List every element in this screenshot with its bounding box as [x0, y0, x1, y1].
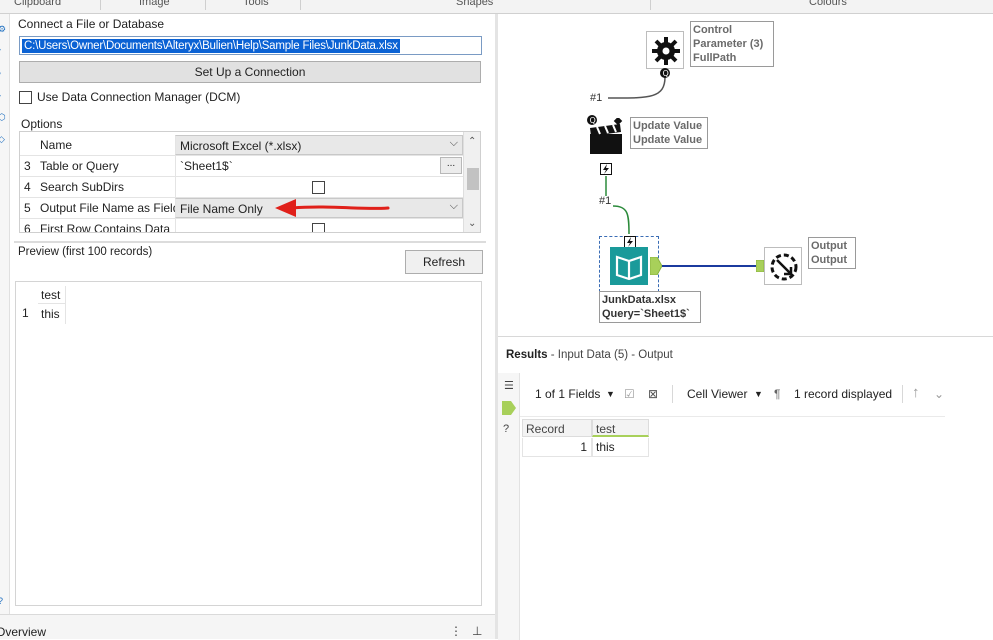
pin-icon[interactable]: ⊥ [472, 624, 482, 638]
record-column-header[interactable]: Record [522, 419, 592, 437]
option-row-search-subdirs: 4 Search SubDirs [20, 177, 463, 198]
setup-connection-button[interactable]: Set Up a Connection [19, 61, 481, 83]
help-icon[interactable]: ? [0, 596, 8, 606]
control-parameter-tool[interactable] [646, 31, 684, 69]
scroll-down-icon[interactable]: ⌄ [468, 218, 476, 229]
ribbon-bar: Clipboard Image Tools Shapes Colours [0, 0, 993, 14]
cell-viewer-button[interactable]: Cell Viewer [687, 387, 747, 401]
input-data-tool[interactable] [610, 247, 648, 285]
output-anchor[interactable] [650, 257, 662, 275]
annotation-arrow [275, 199, 390, 217]
update-value-annotation: Update Value Update Value [630, 117, 708, 149]
test-column-header[interactable]: test [592, 419, 649, 437]
table-query-browse-button[interactable]: ... [440, 157, 462, 174]
file-path-selected-text[interactable]: C:\Users\Owner\Documents\Alteryx\Bulien\… [22, 39, 400, 53]
refresh-button[interactable]: Refresh [405, 250, 483, 274]
pane-divider[interactable] [14, 241, 486, 243]
chevron-right-icon[interactable]: › [0, 90, 8, 100]
workflow-canvas[interactable]: Q Control Parameter (3) FullPath #1 Q Up… [498, 14, 993, 336]
book-icon [615, 255, 643, 281]
gear-icon [652, 37, 680, 65]
option-row-name: Name Microsoft Excel (*.xlsx) ⌵ [20, 135, 463, 156]
record-number-cell: 1 [522, 438, 592, 457]
config-side-strip: ⚙ › ◦ › ⬡ ◇ ? [0, 14, 10, 639]
option-row-first-row-data: 6 First Row Contains Data [20, 219, 463, 232]
preview-cell[interactable]: this [38, 304, 66, 324]
svg-text:Q: Q [663, 69, 669, 78]
gear-arrow-icon [770, 253, 798, 281]
list-icon[interactable]: ☰ [504, 379, 514, 392]
overview-title: Overview [0, 625, 47, 639]
ribbon-group-colours[interactable]: Colours [809, 0, 847, 8]
arrow-up-icon[interactable]: ↑ [912, 384, 920, 401]
dcm-checkbox[interactable] [19, 91, 32, 104]
search-subdirs-cell [175, 177, 463, 197]
fields-selector[interactable]: 1 of 1 Fields [535, 387, 600, 401]
anchor-icon[interactable] [502, 401, 516, 415]
connection-label-1: #1 [590, 92, 603, 104]
scroll-up-icon[interactable]: ⌃ [468, 136, 476, 147]
chevron-right-icon[interactable]: › [0, 44, 8, 54]
chevron-down-icon[interactable]: ⌄ [934, 387, 944, 401]
file-path-input[interactable]: C:\Users\Owner\Documents\Alteryx\Bulien\… [19, 36, 482, 55]
file-format-dropdown[interactable]: Microsoft Excel (*.xlsx) ⌵ [175, 135, 463, 155]
options-scrollbar[interactable]: ⌃ ⌄ [463, 132, 480, 232]
search-subdirs-checkbox[interactable] [312, 181, 325, 194]
tag-icon[interactable]: ◇ [0, 134, 8, 144]
results-grid: Record test 1 this [522, 419, 650, 459]
connection-label-2: #1 [599, 195, 612, 207]
overview-panel-header: Overview ⋮ ⊥ [0, 614, 495, 639]
connect-label: Connect a File or Database [18, 17, 165, 31]
input-data-annotation: JunkData.xlsx Query=`Sheet1$` [599, 291, 701, 323]
preview-grid: test 1 this [15, 281, 482, 606]
results-pane: Results - Input Data (5) - Output ☰ ? 1 … [498, 336, 993, 640]
ribbon-group-shapes[interactable]: Shapes [456, 0, 493, 8]
first-row-data-checkbox[interactable] [312, 223, 325, 232]
options-label: Options [21, 117, 63, 131]
preview-row-number: 1 [22, 306, 29, 320]
option-row-table-query: 3 Table or Query `Sheet1$` ... [20, 156, 463, 177]
chevron-down-icon: ⌵ [449, 137, 458, 149]
table-query-field[interactable]: `Sheet1$` ... [175, 156, 463, 176]
results-side-strip: ☰ ? [498, 373, 520, 640]
svg-text:Q: Q [590, 116, 596, 125]
chevron-down-icon: ⌵ [449, 200, 458, 212]
preview-label: Preview (first 100 records) [18, 246, 153, 258]
input-anchor[interactable] [756, 260, 764, 272]
records-displayed: 1 record displayed [794, 387, 893, 401]
output-annotation: Output Output [808, 237, 856, 269]
pilcrow-icon[interactable]: ¶ [774, 387, 780, 401]
options-grid: Name Microsoft Excel (*.xlsx) ⌵ 3 Table … [19, 131, 481, 233]
ribbon-group-clipboard[interactable]: Clipboard [14, 0, 61, 8]
clear-icon[interactable]: ⊠ [648, 387, 658, 401]
lightning-anchor-icon[interactable] [600, 163, 612, 175]
more-options-icon[interactable]: ⋮ [450, 624, 462, 638]
ribbon-group-tools[interactable]: Tools [243, 0, 269, 8]
option-row-output-file-name: 5 Output File Name as Field File Name On… [20, 198, 463, 219]
check-icon[interactable]: ☑ [624, 387, 635, 401]
scroll-thumb[interactable] [467, 168, 479, 190]
control-parameter-annotation: Control Parameter (3) FullPath [690, 21, 774, 67]
chevron-down-icon[interactable]: ▼ [754, 389, 763, 399]
preview-column-header[interactable]: test [38, 286, 66, 304]
test-value-cell[interactable]: this [592, 438, 649, 457]
results-title: Results - Input Data (5) - Output [506, 349, 673, 361]
question-anchor-icon[interactable]: Q [586, 114, 598, 126]
help-icon[interactable]: ? [503, 423, 509, 435]
results-toolbar: 1 of 1 Fields ▼ ☑ ⊠ Cell Viewer ▼ ¶ 1 re… [520, 373, 945, 417]
gear-icon[interactable]: ⚙ [0, 24, 8, 34]
chevron-down-icon[interactable]: ▼ [606, 389, 615, 399]
ribbon-group-image[interactable]: Image [139, 0, 170, 8]
cube-icon[interactable]: ⬡ [0, 112, 8, 122]
question-anchor-icon[interactable]: Q [659, 67, 671, 79]
macro-output-tool[interactable] [764, 247, 802, 285]
dcm-label: Use Data Connection Manager (DCM) [37, 90, 241, 104]
circle-icon[interactable]: ◦ [0, 68, 8, 78]
